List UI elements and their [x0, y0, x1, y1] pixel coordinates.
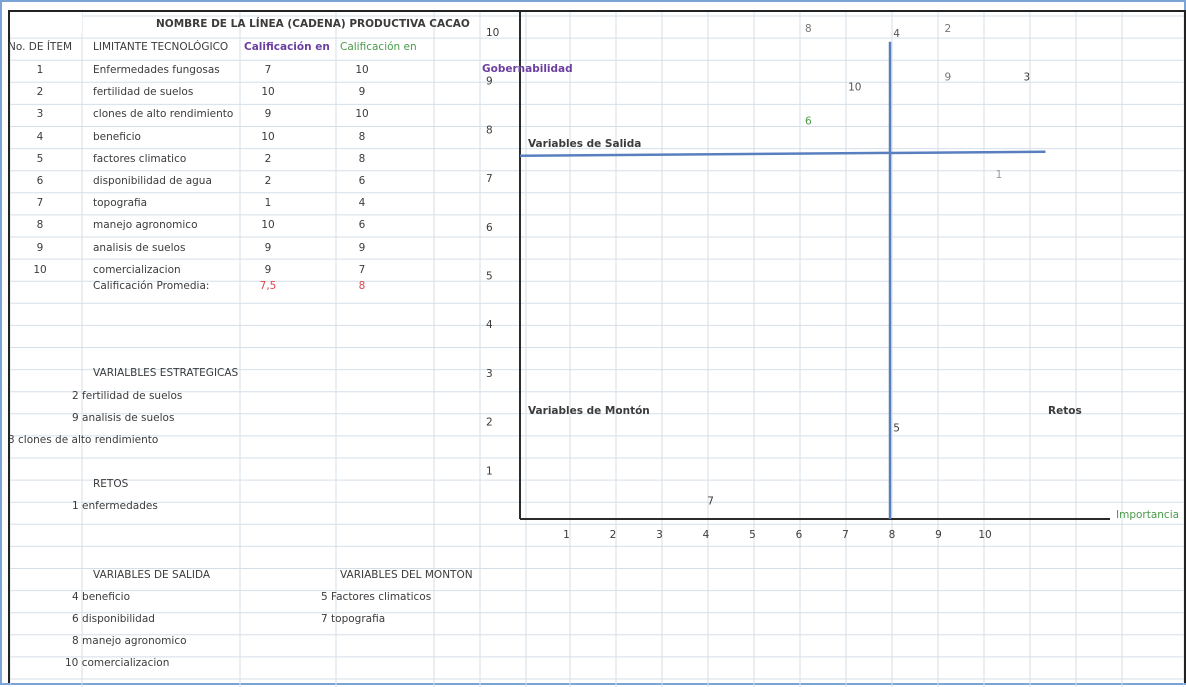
quadrant-label-retos: Retos: [1048, 405, 1082, 417]
spreadsheet-area: NOMBRE DE LA LÍNEA (CADENA) PRODUCTIVA C…: [8, 10, 1186, 687]
x-tick-label: 1: [563, 529, 570, 541]
y-tick-label: 8: [486, 124, 493, 136]
y-tick-label: 5: [486, 271, 493, 283]
x-tick-label: 3: [656, 529, 663, 541]
window-frame: NOMBRE DE LA LÍNEA (CADENA) PRODUCTIVA C…: [0, 0, 1186, 687]
data-point-label: 4: [893, 28, 900, 40]
data-point-label: 6: [805, 116, 812, 128]
data-point-label: 3: [1024, 72, 1031, 84]
data-point-label: 1: [996, 169, 1003, 181]
y-tick-label: 6: [486, 222, 493, 234]
x-tick-label: 9: [935, 529, 942, 541]
x-tick-label: 4: [703, 529, 710, 541]
quadrant-label-salida: Variables de Salida: [528, 138, 641, 150]
x-tick-label: 5: [749, 529, 756, 541]
quadrant-label-monton: Variables de Montón: [528, 405, 650, 417]
x-tick-label: 7: [842, 529, 849, 541]
y-tick-label: 7: [486, 173, 493, 185]
data-point-label: 8: [805, 23, 812, 35]
quadrant-line-horizontal: [519, 150, 1046, 157]
quadrant-chart: Gobernabilidad Importancia 1 2 3 4 5 6 7 8 9 10 1 2 3 4…: [482, 12, 1179, 541]
x-tick-label: 8: [889, 529, 896, 541]
x-tick-label: 6: [796, 529, 803, 541]
data-point-label: 5: [893, 422, 900, 434]
y-tick-label: 1: [486, 465, 493, 477]
x-tick-label: 2: [610, 529, 617, 541]
x-axis-title: Importancia: [1116, 509, 1179, 521]
y-tick-label: 9: [486, 76, 493, 88]
y-tick-label: 4: [486, 319, 493, 331]
y-tick-label: 3: [486, 368, 493, 380]
y-tick-label: 10: [486, 27, 499, 39]
data-point-label: 2: [944, 23, 951, 35]
y-tick-label: 2: [486, 417, 493, 429]
data-point-label: 7: [707, 495, 714, 507]
data-point-label: 9: [944, 72, 951, 84]
x-tick-label: 10: [978, 529, 991, 541]
y-axis-title: Gobernabilidad: [482, 63, 573, 75]
data-point-label: 10: [848, 81, 861, 93]
